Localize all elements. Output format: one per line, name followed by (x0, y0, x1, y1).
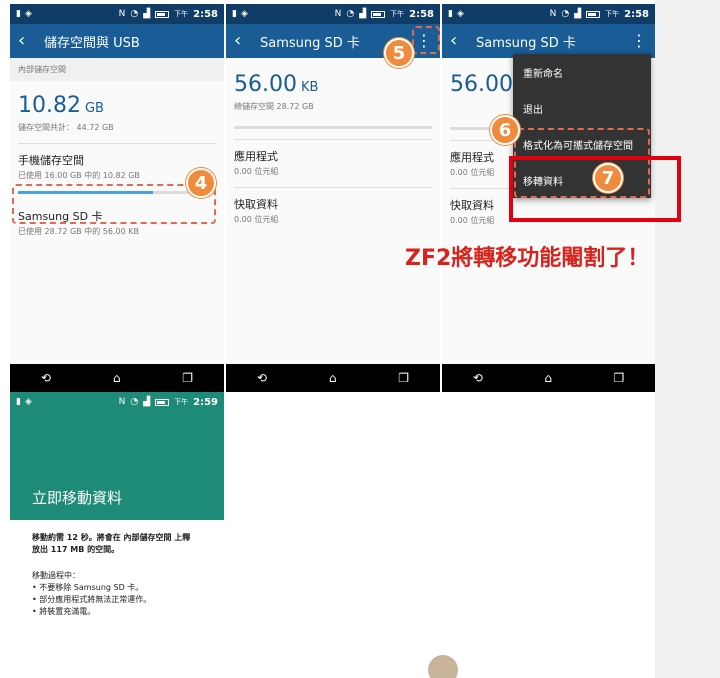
total-storage-text: 儲存空間共計： 44.72 GB (18, 123, 114, 132)
gallery-icon: ◈ (24, 396, 32, 407)
highlight-more-button (412, 26, 440, 54)
move-line-2: 放出 117 MB 的空間。 (32, 545, 120, 554)
ampm-label: 下午 (605, 10, 620, 18)
notification-icon: ▮ (232, 8, 237, 19)
menu-item-rename[interactable]: 重新命名 (513, 54, 651, 90)
move-header: 立即移動資料 (10, 412, 224, 520)
wifi-icon: ◔ (130, 396, 139, 407)
red-highlight-migrate (509, 156, 681, 222)
page-title: Samsung SD 卡 (260, 35, 360, 51)
gallery-icon: ◈ (456, 8, 464, 19)
more-vert-icon[interactable]: ⋮ (631, 33, 647, 49)
ampm-label: 下午 (390, 10, 405, 18)
ampm-label: 下午 (174, 10, 189, 18)
move-title: 立即移動資料 (32, 489, 123, 507)
battery-icon (586, 10, 601, 18)
section-label: 內部儲存空間 (10, 58, 224, 81)
clock: 2:58 (193, 8, 218, 20)
signal-icon: ▟ (359, 8, 367, 19)
annotation-text: ZF2將轉移功能閹割了！ (405, 246, 650, 271)
apps-sub: 0.00 位元組 (234, 167, 279, 176)
battery-icon (155, 398, 170, 406)
back-nav-icon[interactable]: ⟲ (257, 371, 267, 385)
nfc-icon: N (549, 8, 557, 19)
back-arrow-icon[interactable]: ‹ (450, 32, 472, 50)
back-nav-icon[interactable]: ⟲ (473, 371, 483, 385)
status-bar: ▮ ◈ N ◔ ▟ 下午 2:58 (226, 4, 440, 24)
move-body: 移動約需 12 秒。將會在 內部儲存空間 上釋 放出 117 MB 的空間。 移… (10, 520, 224, 630)
nfc-icon: N (334, 8, 342, 19)
back-nav-icon[interactable]: ⟲ (41, 371, 51, 385)
nav-bar: ⟲ ⌂ ❐ (10, 364, 224, 392)
cache-sub: 0.00 位元組 (234, 215, 279, 224)
wifi-icon: ◔ (130, 8, 139, 19)
move-bullet: • 部分應用程式將無法正常運作。 (32, 595, 152, 604)
notification-icon: ▮ (16, 8, 21, 19)
move-list-header: 移動過程中： (32, 571, 80, 580)
app-bar: ‹ 儲存空間與 USB (10, 24, 224, 58)
notification-icon: ▮ (448, 8, 453, 19)
ampm-label: 下午 (174, 398, 189, 406)
step-badge-4: 4 (186, 168, 216, 198)
sd-used-unit: KB (300, 80, 319, 95)
back-arrow-icon[interactable]: ‹ (234, 32, 256, 50)
wifi-icon: ◔ (561, 8, 570, 19)
menu-item-eject[interactable]: 退出 (513, 90, 651, 126)
step-badge-7: 7 (593, 163, 623, 193)
wifi-icon: ◔ (346, 8, 355, 19)
nfc-icon: N (118, 8, 126, 19)
clock: 2:58 (409, 8, 434, 20)
page-title: Samsung SD 卡 (476, 35, 576, 51)
battery-icon (371, 10, 386, 18)
clock: 2:58 (624, 8, 649, 20)
phone-storage-title: 手機儲存空間 (18, 154, 84, 167)
clock: 2:59 (193, 396, 218, 408)
used-storage-value: 10.82 GB (10, 81, 224, 122)
home-nav-icon[interactable]: ⌂ (544, 371, 552, 385)
sd-card-sub: 已使用 28.72 GB 中的 56.00 KB (18, 227, 139, 236)
recents-nav-icon[interactable]: ❐ (613, 371, 624, 385)
nfc-icon: N (118, 396, 126, 407)
move-bullet: • 不要移除 Samsung SD 卡。 (32, 583, 144, 592)
watermark-mascot (428, 655, 458, 678)
signal-icon: ▟ (143, 396, 151, 407)
signal-icon: ▟ (143, 8, 151, 19)
notification-icon: ▮ (16, 396, 21, 407)
page-title: 儲存空間與 USB (44, 35, 140, 51)
recents-nav-icon[interactable]: ❐ (398, 371, 409, 385)
used-unit: GB (84, 101, 104, 116)
gallery-icon: ◈ (24, 8, 32, 19)
move-line-1: 移動約需 12 秒。將會在 內部儲存空間 上釋 (32, 533, 191, 542)
screen-move-data: ▮ ◈ N ◔ ▟ 下午 2:59 立即移動資料 移動約需 12 秒。將會在 內部… (10, 392, 224, 678)
nav-bar: ⟲ ⌂ ❐ (226, 364, 440, 392)
step-badge-5: 5 (384, 38, 414, 68)
back-arrow-icon[interactable]: ‹ (18, 32, 40, 50)
app-bar: ‹ Samsung SD 卡 ⋮ (442, 24, 655, 58)
move-bullet: • 將裝置充滿電。 (32, 607, 96, 616)
status-bar: ▮ ◈ N ◔ ▟ 下午 2:59 (10, 392, 224, 412)
step-badge-6: 6 (490, 115, 520, 145)
status-bar: ▮ ◈ N ◔ ▟ 下午 2:58 (442, 4, 655, 24)
status-bar: ▮ ◈ N ◔ ▟ 下午 2:58 (10, 4, 224, 24)
signal-icon: ▟ (574, 8, 582, 19)
cache-title: 快取資料 (234, 198, 278, 211)
sd-used-number: 56.00 (234, 72, 297, 97)
home-nav-icon[interactable]: ⌂ (113, 371, 121, 385)
gallery-icon: ◈ (240, 8, 248, 19)
recents-nav-icon[interactable]: ❐ (182, 371, 193, 385)
used-number: 10.82 (18, 93, 81, 118)
battery-icon (155, 10, 170, 18)
apps-title: 應用程式 (234, 150, 278, 163)
sd-total-text: 總儲存空間 28.72 GB (234, 102, 314, 111)
highlight-sd-card (12, 184, 216, 224)
sd-used-number: 56.00 (450, 72, 513, 97)
home-nav-icon[interactable]: ⌂ (329, 371, 337, 385)
apps-item[interactable]: 應用程式 0.00 位元組 (226, 140, 440, 181)
sd-progress (234, 126, 432, 129)
cache-item[interactable]: 快取資料 0.00 位元組 (226, 188, 440, 229)
right-margin (655, 0, 720, 678)
nav-bar: ⟲ ⌂ ❐ (442, 364, 655, 392)
